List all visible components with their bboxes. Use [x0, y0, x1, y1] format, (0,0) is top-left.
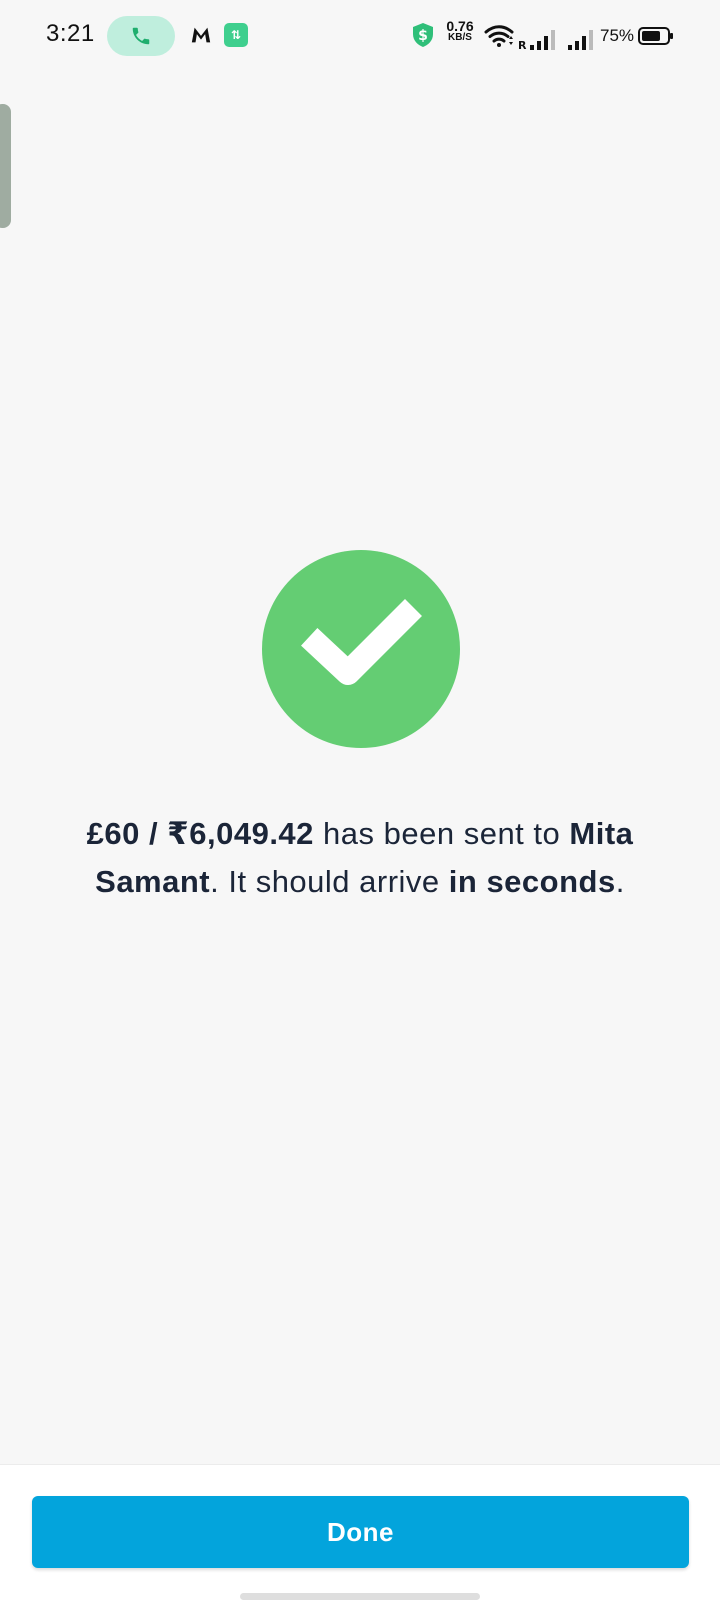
ongoing-call-pill[interactable]: [107, 16, 175, 56]
edge-panel-handle[interactable]: [0, 104, 11, 228]
wifi-icon: [484, 25, 514, 47]
message-text-2: . It should arrive: [210, 864, 449, 899]
m-app-icon: [191, 27, 211, 43]
phone-icon: [132, 27, 150, 45]
battery-icon: [638, 27, 673, 45]
success-circle: [262, 550, 460, 748]
signal-roaming-icon: R: [518, 30, 555, 50]
message-text-1: has been sent to: [313, 816, 570, 851]
roaming-label: R: [518, 39, 527, 50]
home-indicator[interactable]: [240, 1593, 480, 1600]
signal-icon: [568, 30, 593, 50]
transfer-app-icon: ⇅: [224, 23, 248, 47]
arrival-time: in seconds: [448, 864, 616, 899]
status-indicators: $ 0.76 KB/S R 75%: [410, 18, 680, 54]
checkmark-icon: [301, 599, 422, 685]
battery-percent: 75%: [600, 26, 635, 45]
shield-dollar-icon: $: [413, 23, 433, 47]
status-bar: 3:21 ⇅ $ 0.76 KB/S R 75%: [0, 0, 720, 72]
svg-text:$: $: [418, 28, 428, 44]
confirmation-message: £60 / ₹6,049.42 has been sent to Mita Sa…: [40, 810, 680, 906]
sent-amount: £60 / ₹6,049.42: [86, 816, 314, 851]
network-speed: 0.76 KB/S: [446, 18, 474, 43]
message-text-3: .: [615, 864, 625, 899]
done-button[interactable]: Done: [32, 1496, 689, 1568]
status-time: 3:21: [46, 20, 95, 47]
